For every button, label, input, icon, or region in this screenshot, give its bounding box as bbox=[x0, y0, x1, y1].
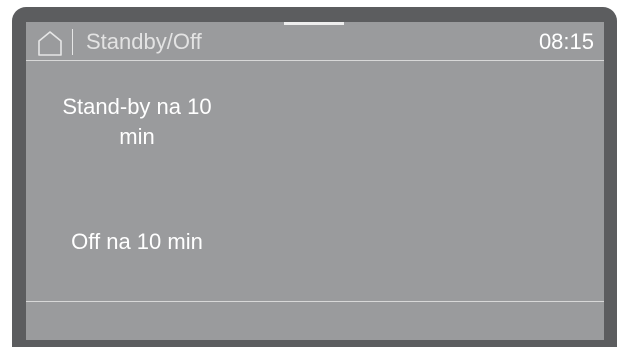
footer-divider bbox=[26, 301, 604, 302]
page-title: Standby/Off bbox=[86, 29, 202, 54]
header-separator bbox=[72, 29, 73, 55]
off-10-min-option[interactable]: Off na 10 min bbox=[28, 227, 246, 257]
header-divider bbox=[26, 60, 604, 61]
standby-10-min-option[interactable]: Stand-by na 10 min bbox=[28, 92, 246, 152]
standby-10-min-label: Stand-by na 10 min bbox=[62, 94, 212, 149]
clock-time: 08:15 bbox=[538, 29, 594, 54]
home-icon[interactable] bbox=[37, 30, 63, 56]
header-bar: Standby/Off 08:15 bbox=[26, 22, 604, 60]
off-10-min-label: Off na 10 min bbox=[71, 229, 203, 254]
display-screen: Standby/Off 08:15 Stand-by na 10 min Off… bbox=[26, 22, 604, 340]
